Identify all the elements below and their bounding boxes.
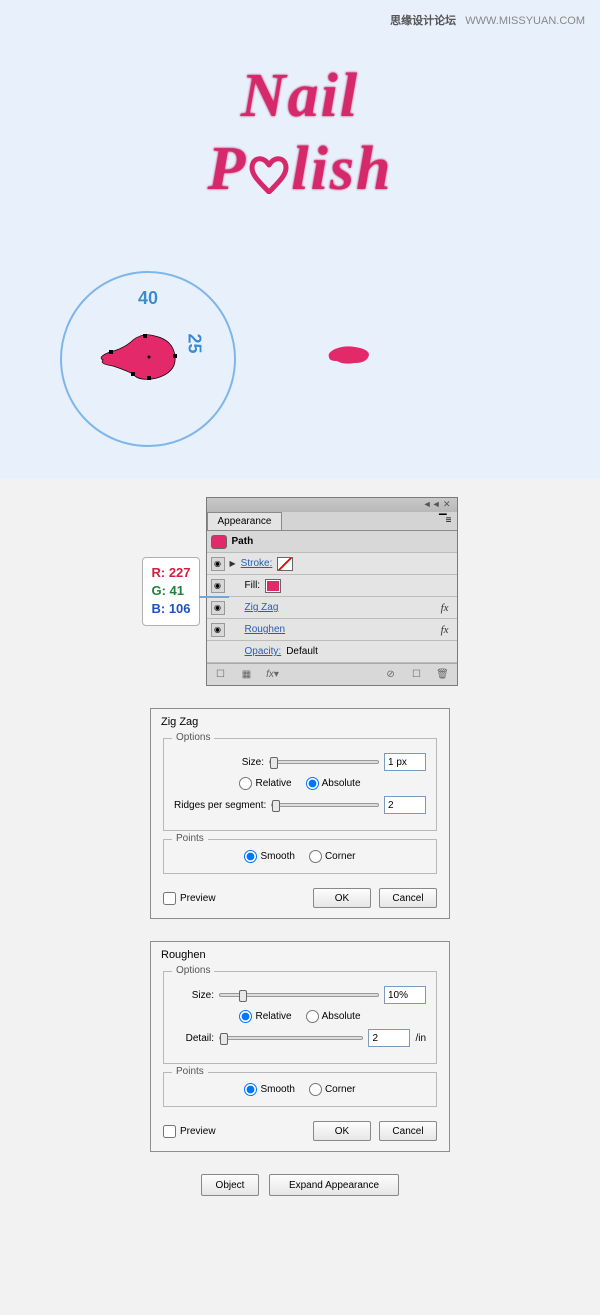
duplicate-icon[interactable]: ☐ (409, 669, 425, 680)
points-legend: Points (172, 1066, 208, 1077)
options-fieldset: Options Size: Relative Absolute Ridges p… (163, 738, 437, 831)
rgb-callout: R: 227 G: 41 B: 106 (142, 557, 199, 626)
preview-checkbox[interactable]: Preview (163, 892, 216, 905)
row-roughen[interactable]: ◉ Roughen fx (207, 619, 457, 641)
smooth-radio[interactable]: Smooth (244, 1083, 294, 1096)
visibility-icon[interactable]: ◉ (211, 557, 225, 571)
visibility-icon[interactable]: ◉ (211, 623, 225, 637)
ok-button[interactable]: OK (313, 1121, 371, 1141)
tab-appearance[interactable]: Appearance (207, 512, 283, 530)
rgb-r: R: 227 (151, 564, 190, 582)
panel-topbar[interactable]: ◄◄ ✕ (207, 498, 457, 512)
appearance-rows: Path ◉ ▶ Stroke: ◉ Fill: ◉ Zig Z (207, 531, 457, 663)
corner-radio[interactable]: Corner (309, 1083, 356, 1096)
clear-icon[interactable]: ⊘ (383, 669, 399, 680)
points-fieldset: Points Smooth Corner (163, 1072, 437, 1107)
opacity-value: Default (286, 646, 318, 657)
dimension-40: 40 (138, 288, 158, 309)
size-input[interactable] (384, 753, 426, 771)
watermark-cn: 思缘设计论坛 (390, 15, 456, 27)
stroke-link[interactable]: Stroke: (241, 558, 273, 569)
blob-shape-small (325, 343, 373, 367)
new-art-icon[interactable]: ☐ (213, 669, 229, 680)
points-legend: Points (172, 833, 208, 844)
ok-button[interactable]: OK (313, 888, 371, 908)
fill-label: Fill: (245, 580, 261, 591)
detail-input[interactable] (368, 1029, 410, 1047)
fx-icon: fx (441, 602, 453, 614)
relative-radio[interactable]: Relative (239, 777, 291, 790)
rgb-g: G: 41 (151, 582, 190, 600)
fill-swatch[interactable] (265, 579, 281, 593)
ridges-label: Ridges per segment: (174, 800, 266, 811)
watermark: 思缘设计论坛 WWW.MISSYUAN.COM (390, 12, 585, 28)
options-legend: Options (172, 732, 214, 743)
row-stroke[interactable]: ◉ ▶ Stroke: (207, 553, 457, 575)
absolute-radio[interactable]: Absolute (306, 1010, 361, 1023)
size-slider[interactable] (219, 993, 379, 997)
detail-slider[interactable] (219, 1036, 363, 1040)
blob-shape-selected[interactable] (95, 330, 195, 385)
visibility-icon[interactable]: ◉ (211, 601, 225, 615)
trash-icon[interactable]: 🗑 (435, 669, 451, 680)
roughen-link[interactable]: Roughen (245, 624, 286, 635)
zigzag-link[interactable]: Zig Zag (245, 602, 279, 613)
options-legend: Options (172, 965, 214, 976)
row-zigzag[interactable]: ◉ Zig Zag fx (207, 597, 457, 619)
ridges-input[interactable] (384, 796, 426, 814)
row-opacity[interactable]: Opacity: Default (207, 641, 457, 663)
detail-unit: /in (415, 1033, 426, 1044)
appearance-footer: ☐ ▦ fx▾ ⊘ ☐ 🗑 (207, 663, 457, 685)
bottom-buttons: Object Expand Appearance (0, 1174, 600, 1196)
visibility-icon[interactable]: ◉ (211, 579, 225, 593)
object-button[interactable]: Object (201, 1174, 259, 1196)
watermark-url: WWW.MISSYUAN.COM (465, 15, 585, 27)
cancel-button[interactable]: Cancel (379, 1121, 437, 1141)
options-fieldset: Options Size: Relative Absolute Detail: … (163, 971, 437, 1064)
detail-label: Detail: (174, 1033, 214, 1044)
size-label: Size: (174, 757, 264, 768)
heart-icon (247, 154, 291, 194)
size-input[interactable] (384, 986, 426, 1004)
corner-radio[interactable]: Corner (309, 850, 356, 863)
opacity-link[interactable]: Opacity: (245, 646, 282, 657)
appearance-panel: ◄◄ ✕ Appearance ▔≡ Path ◉ ▶ Stroke: ◉ (206, 497, 458, 686)
path-label: Path (232, 536, 254, 547)
cancel-button[interactable]: Cancel (379, 888, 437, 908)
fx-menu-icon[interactable]: fx▾ (265, 669, 281, 680)
relative-radio[interactable]: Relative (239, 1010, 291, 1023)
text-line1: Nail (135, 70, 465, 123)
layers-icon[interactable]: ▦ (239, 669, 255, 680)
smooth-radio[interactable]: Smooth (244, 850, 294, 863)
row-path-header[interactable]: Path (207, 531, 457, 553)
lower-panels: R: 227 G: 41 B: 106 ◄◄ ✕ Appearance ▔≡ P… (0, 479, 600, 1221)
stroke-swatch[interactable] (277, 557, 293, 571)
row-fill[interactable]: ◉ Fill: (207, 575, 457, 597)
expand-icon[interactable]: ▶ (230, 559, 236, 568)
ridges-slider[interactable] (271, 803, 379, 807)
size-label: Size: (174, 990, 214, 1001)
fx-icon: fx (441, 624, 453, 636)
zigzag-dialog: Zig Zag Options Size: Relative Absolute … (150, 708, 450, 919)
preview-checkbox[interactable]: Preview (163, 1125, 216, 1138)
nail-polish-text: Nail Plish (135, 70, 465, 195)
roughen-dialog: Roughen Options Size: Relative Absolute … (150, 941, 450, 1152)
panel-menu-icon[interactable]: ▔≡ (433, 512, 457, 529)
size-slider[interactable] (269, 760, 379, 764)
path-icon (211, 535, 227, 549)
rgb-b: B: 106 (151, 600, 190, 618)
text-line2: Plish (135, 143, 465, 196)
dialog-title: Zig Zag (151, 709, 449, 730)
absolute-radio[interactable]: Absolute (306, 777, 361, 790)
dialog-title: Roughen (151, 942, 449, 963)
points-fieldset: Points Smooth Corner (163, 839, 437, 874)
artwork-canvas: 思缘设计论坛 WWW.MISSYUAN.COM Nail Plish 40 25 (0, 0, 600, 479)
expand-appearance-button[interactable]: Expand Appearance (269, 1174, 399, 1196)
panel-tabs: Appearance ▔≡ (207, 512, 457, 531)
